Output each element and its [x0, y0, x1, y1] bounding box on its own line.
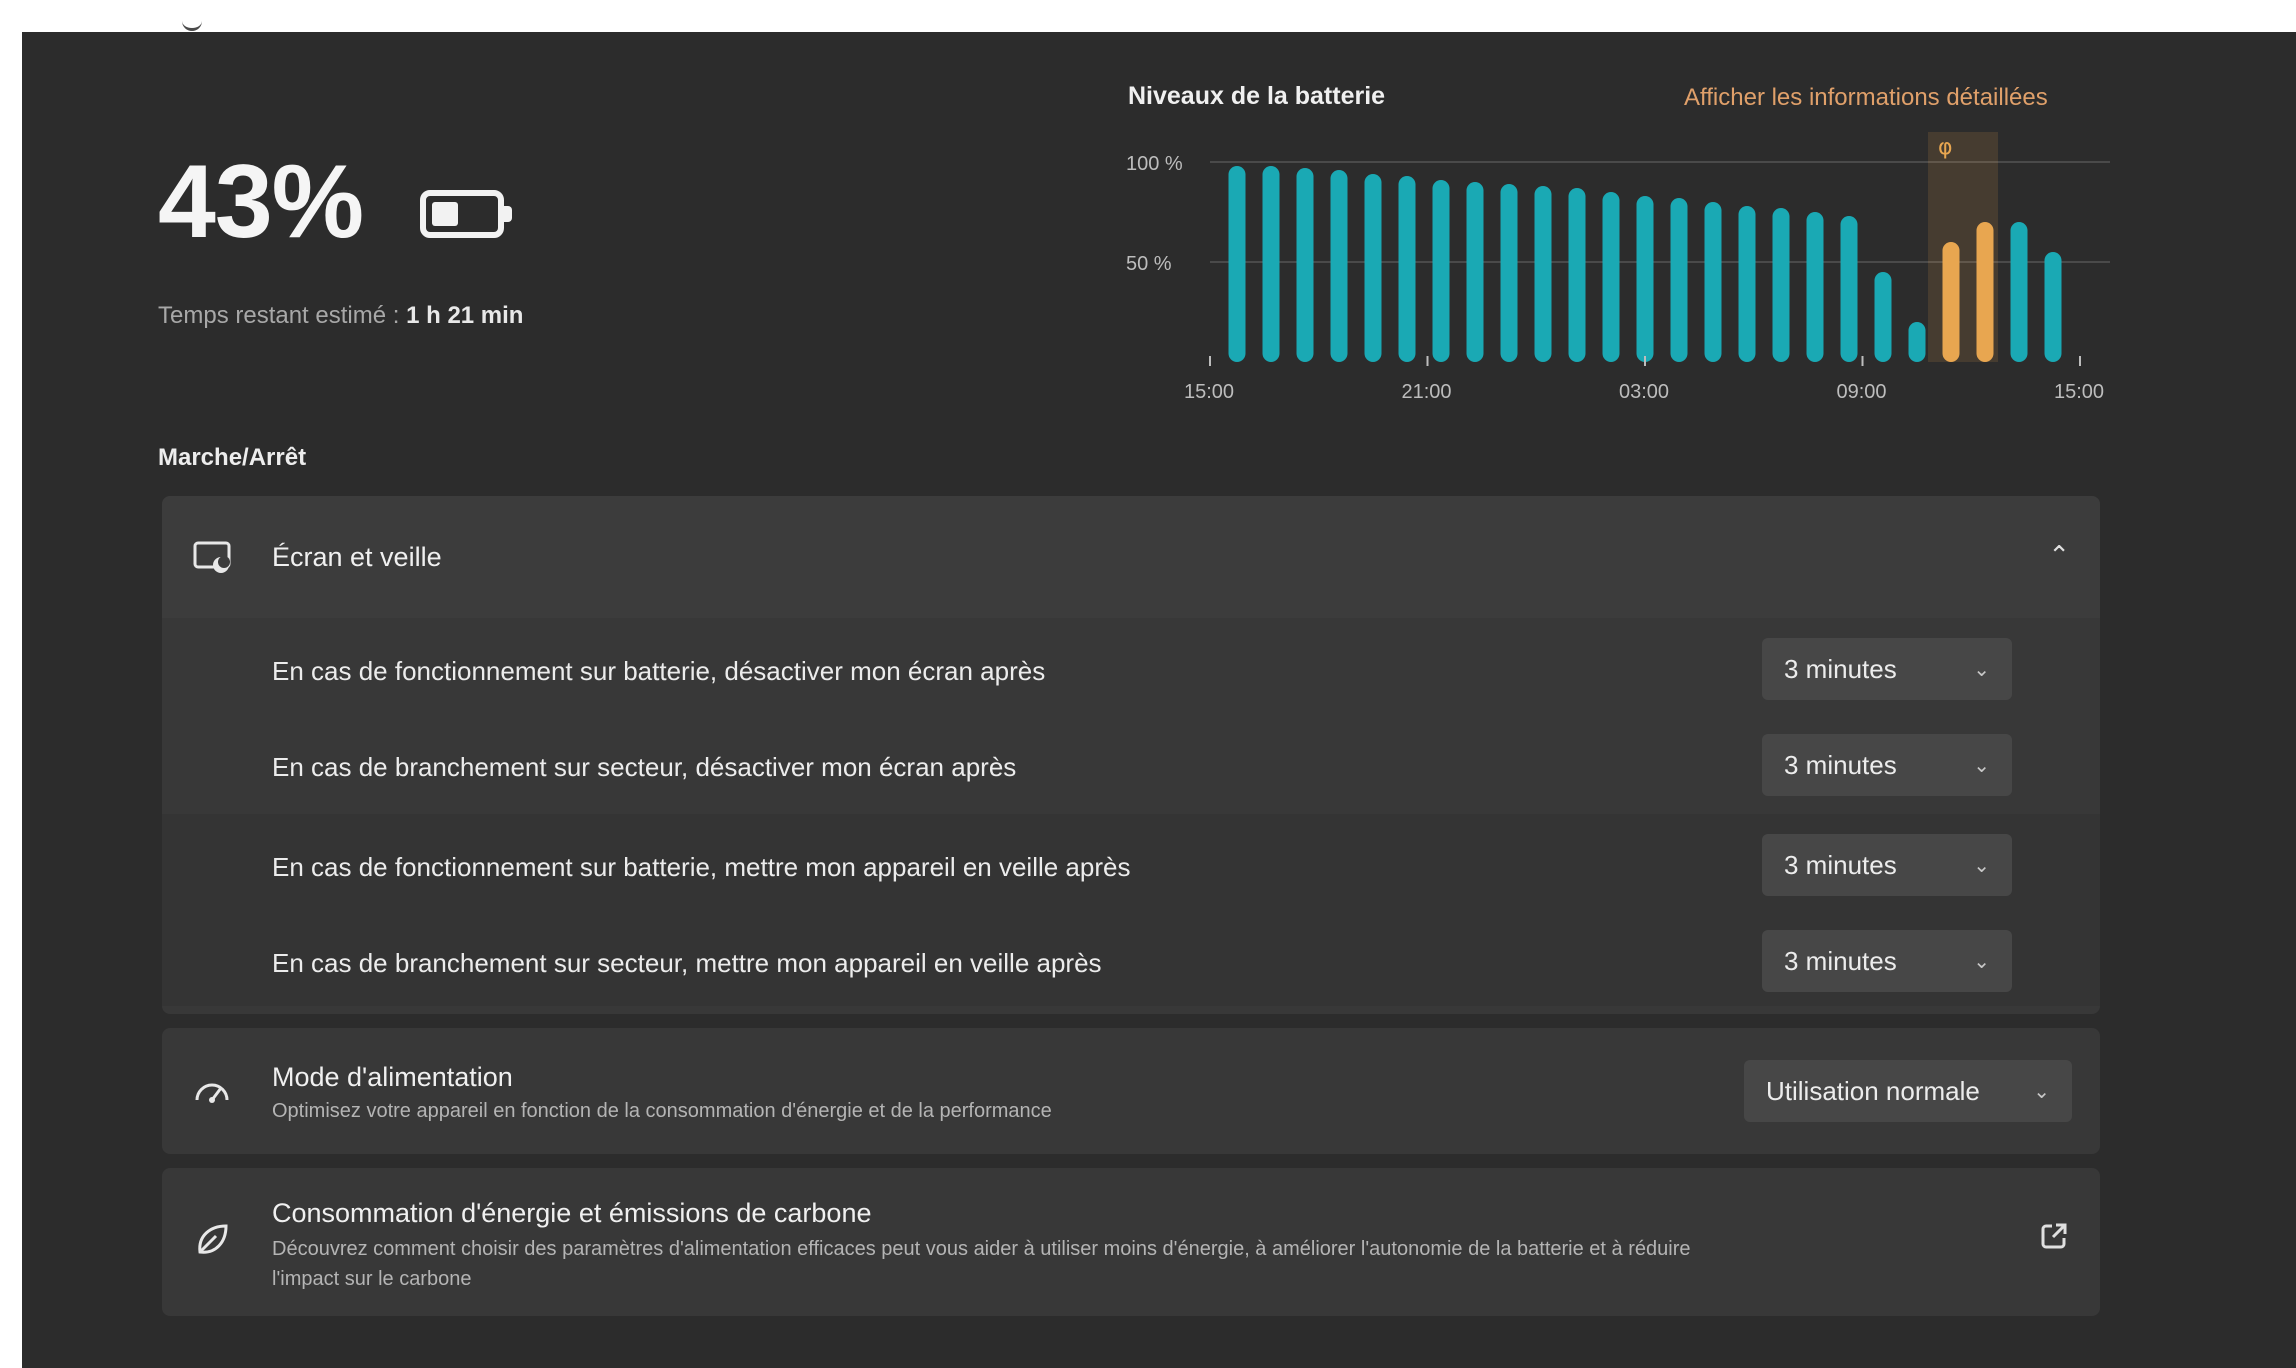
chart-bar — [2044, 252, 2062, 362]
chart-bar — [1806, 212, 1824, 362]
external-link-icon[interactable] — [2038, 1220, 2070, 1252]
chart-bar — [1976, 222, 1994, 362]
chart-bar — [1228, 166, 1246, 362]
dropdown-value: Utilisation normale — [1766, 1075, 1980, 1106]
chart-bar — [1534, 186, 1552, 362]
chart-bar — [1670, 198, 1688, 362]
chart-bar — [1500, 184, 1518, 362]
dropdown-value: 3 minutes — [1784, 653, 1897, 684]
setting-label: En cas de branchement sur secteur, mettr… — [272, 948, 1102, 978]
chart-bar — [1772, 208, 1790, 362]
carbon-title: Consommation d'énergie et émissions de c… — [272, 1198, 872, 1228]
x-tick-label: 15:00 — [2054, 381, 2104, 403]
sleep-dropdown[interactable]: 3 minutes ⌄ — [1762, 834, 2012, 896]
chart-bar — [1636, 196, 1654, 362]
carbon-card[interactable]: Consommation d'énergie et émissions de c… — [162, 1168, 2100, 1316]
carbon-subtitle-1: Découvrez comment choisir des paramètres… — [272, 1238, 1691, 1260]
chart-bar — [1874, 272, 1892, 362]
y-tick-label: 100 % — [1126, 153, 1183, 175]
x-tick-label: 09:00 — [1837, 381, 1887, 403]
screen-sleep-title: Écran et veille — [272, 542, 442, 572]
details-link[interactable]: Afficher les informations détaillées — [1684, 84, 2048, 112]
chart-bar — [1330, 170, 1348, 362]
chart-bar — [1432, 180, 1450, 362]
x-tick-label: 15:00 — [1184, 381, 1234, 403]
chevron-up-icon[interactable]: ⌃ — [2048, 540, 2070, 571]
power-mode-dropdown[interactable]: Utilisation normale ⌄ — [1744, 1060, 2072, 1122]
battery-icon — [420, 190, 512, 238]
chart-bar — [1602, 192, 1620, 362]
power-mode-card: Mode d'alimentation Optimisez votre appa… — [162, 1028, 2100, 1154]
chevron-down-icon: ⌄ — [1973, 658, 1990, 681]
setting-row: En cas de fonctionnement sur batterie, m… — [162, 814, 2100, 910]
setting-label: En cas de branchement sur secteur, désac… — [272, 752, 1017, 782]
dropdown-value: 3 minutes — [1784, 945, 1897, 976]
chevron-down-icon: ⌄ — [1973, 950, 1990, 973]
dropdown-value: 3 minutes — [1784, 749, 1897, 780]
screen-sleep-header[interactable]: Écran et veille ⌃ — [162, 496, 2100, 618]
remaining-time-label: Temps restant estimé : — [158, 302, 407, 329]
battery-percentage: 43% — [158, 144, 364, 260]
setting-label: En cas de fonctionnement sur batterie, d… — [272, 656, 1046, 686]
section-label: Marche/Arrêt — [158, 444, 307, 471]
header-mark — [182, 18, 202, 31]
chart-bar — [1466, 182, 1484, 362]
setting-row: En cas de branchement sur secteur, mettr… — [162, 910, 2100, 1006]
remaining-time: Temps restant estimé : 1 h 21 min — [158, 302, 523, 330]
chart-bar — [2010, 222, 2028, 362]
timeout-dropdown[interactable]: 3 minutes ⌄ — [1762, 638, 2012, 700]
chart-title: Niveaux de la batterie — [1128, 82, 1386, 110]
chart-bar — [1840, 216, 1858, 362]
x-tick-label: 21:00 — [1402, 381, 1452, 403]
dropdown-value: 3 minutes — [1784, 849, 1897, 880]
timeout-dropdown[interactable]: 3 minutes ⌄ — [1762, 734, 2012, 796]
sleep-dropdown[interactable]: 3 minutes ⌄ — [1762, 930, 2012, 992]
chart-bar — [1364, 174, 1382, 362]
x-tick-label: 03:00 — [1619, 381, 1669, 403]
chevron-down-icon: ⌄ — [2033, 1080, 2050, 1103]
chart-bar — [1908, 322, 1926, 362]
plug-icon: φ — [1938, 135, 1953, 160]
battery-level-chart: 100 % 50 % φ 15:00 21:00 03:00 09:00 15:00 — [1126, 132, 2110, 403]
power-mode-title: Mode d'alimentation — [272, 1062, 513, 1092]
setting-row: En cas de branchement sur secteur, désac… — [162, 714, 2100, 810]
screen-sleep-card: Écran et veille ⌃ En cas de fonctionneme… — [162, 496, 2100, 1014]
chart-bar — [1704, 202, 1722, 362]
chart-bar — [1296, 168, 1314, 362]
chart-bar — [1568, 188, 1586, 362]
leaf-icon — [198, 1224, 228, 1254]
chart-bar — [1738, 206, 1756, 362]
setting-row: En cas de fonctionnement sur batterie, d… — [162, 618, 2100, 714]
gauge-icon — [195, 1083, 229, 1103]
power-mode-subtitle: Optimisez votre appareil en fonction de … — [272, 1100, 1052, 1122]
page-title-fragment: consommation — [690, 0, 1001, 10]
remaining-time-value: 1 h 21 min — [406, 302, 524, 329]
chevron-down-icon: ⌄ — [1973, 754, 1990, 777]
chart-bar — [1398, 176, 1416, 362]
chevron-down-icon: ⌄ — [1973, 854, 1990, 877]
setting-label: En cas de fonctionnement sur batterie, m… — [272, 852, 1131, 882]
y-tick-label: 50 % — [1126, 253, 1172, 275]
monitor-moon-icon — [193, 541, 231, 573]
chart-bar — [1262, 166, 1280, 362]
chart-bar — [1942, 242, 1960, 362]
carbon-subtitle-2: l'impact sur le carbone — [272, 1268, 472, 1290]
